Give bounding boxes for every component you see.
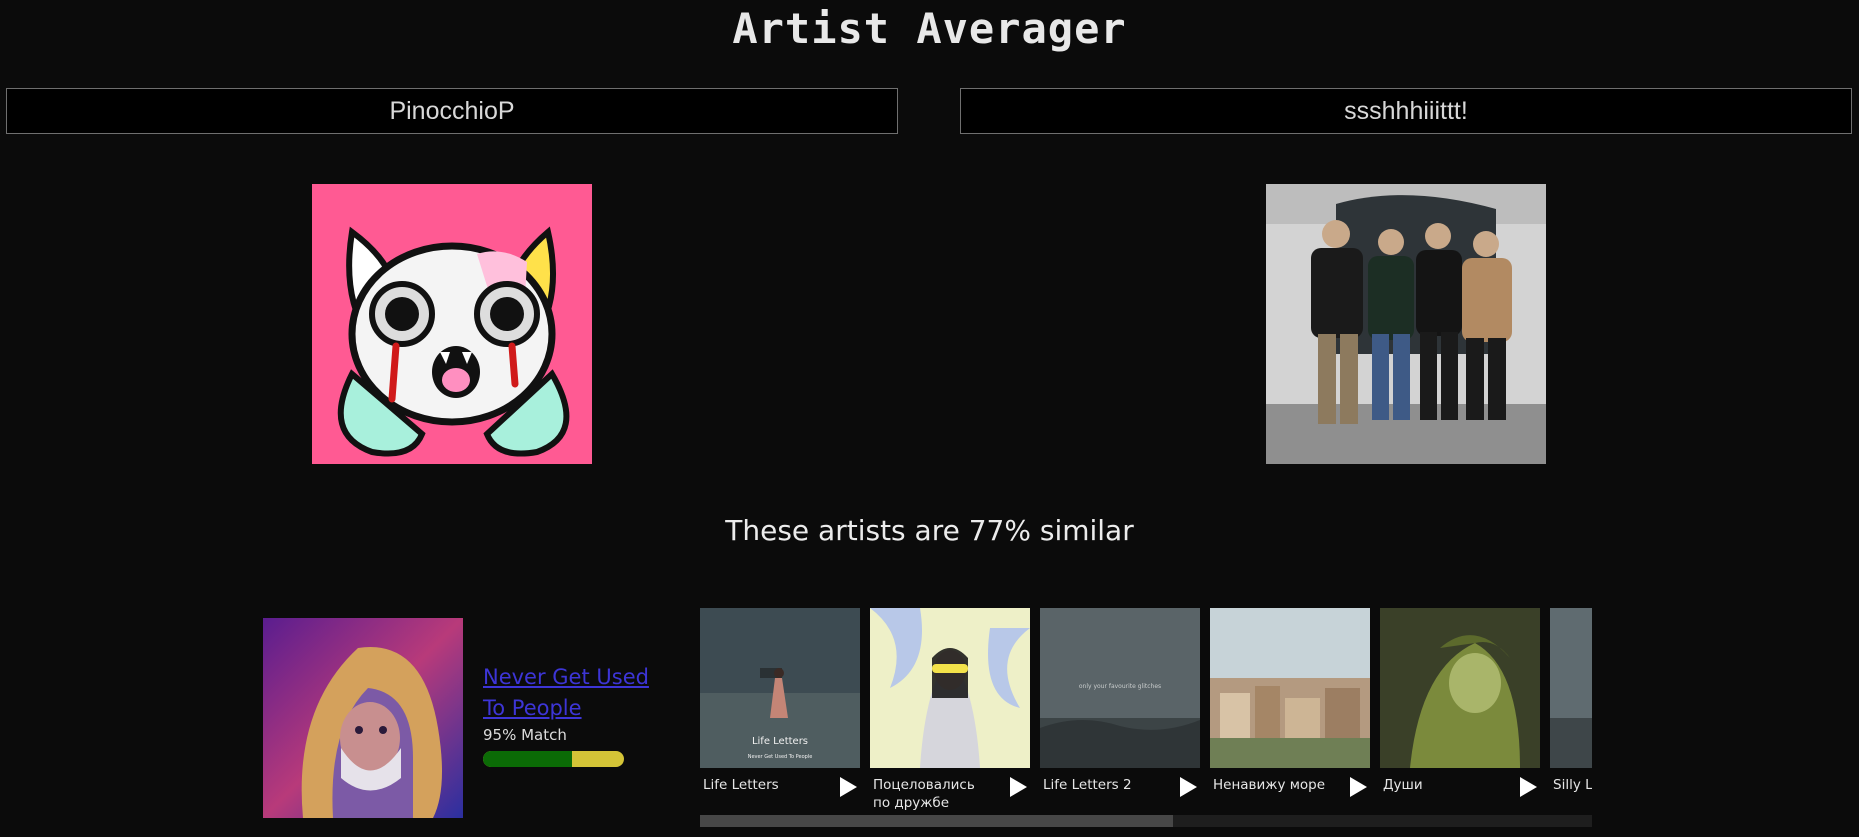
play-icon[interactable] xyxy=(838,776,858,798)
grey-sky-artwork xyxy=(1550,608,1592,768)
similarity-text: These artists are 77% similar xyxy=(725,514,1134,547)
bride-artwork xyxy=(870,608,1030,768)
carousel-card[interactable]: Ненавижу море xyxy=(1210,608,1370,808)
recommendation-carousel[interactable]: Life Letters Never Get Used To People Li… xyxy=(700,608,1592,828)
carousel-scrollbar[interactable] xyxy=(700,815,1592,827)
band-photo xyxy=(1266,184,1546,464)
carousel-card[interactable]: Поцеловались по дружбе xyxy=(870,608,1030,811)
match-percent-label: 95% Match xyxy=(483,726,567,744)
green-portrait-artwork xyxy=(1380,608,1540,768)
cloudy-sky-artwork: only your favourite glitches xyxy=(1040,608,1200,768)
play-icon[interactable] xyxy=(1178,776,1198,798)
match-progress-fill xyxy=(483,751,572,767)
rainy-sea-artwork: Life Letters Never Get Used To People xyxy=(700,608,860,768)
carousel-card-title: Души xyxy=(1383,777,1423,793)
carousel-card[interactable]: only your favourite glitches Life Letter… xyxy=(1040,608,1200,808)
featured-song-title-link[interactable]: Never Get Used To People xyxy=(483,662,653,724)
artist-image-2 xyxy=(1266,184,1546,464)
cover-subcaption: Never Get Used To People xyxy=(748,754,813,760)
mascot-illustration xyxy=(312,184,592,464)
carousel-card-cover xyxy=(1210,608,1370,768)
carousel-card-title: Life Letters 2 xyxy=(1043,777,1132,793)
carousel-card-cover xyxy=(1380,608,1540,768)
play-icon[interactable] xyxy=(1348,776,1368,798)
artist-image-1 xyxy=(312,184,592,464)
carousel-card-title: Life Letters xyxy=(703,777,779,793)
carousel-card[interactable]: Души xyxy=(1380,608,1540,808)
carousel-card-cover: Life Letters Never Get Used To People xyxy=(700,608,860,768)
play-icon[interactable] xyxy=(1008,776,1028,798)
hooded-figure-artwork xyxy=(263,618,463,818)
carousel-card-title: Silly Letters xyxy=(1553,777,1592,793)
carousel-card-title: Поцеловались по дружбе xyxy=(873,777,975,811)
play-icon[interactable] xyxy=(1518,776,1538,798)
carousel-card[interactable]: Life Letters Never Get Used To People Li… xyxy=(700,608,860,808)
featured-song-cover xyxy=(263,618,463,818)
carousel-card-cover xyxy=(1550,608,1592,768)
city-rooftops-artwork xyxy=(1210,608,1370,768)
carousel-card[interactable]: Silly Letters xyxy=(1550,608,1592,808)
artist-input-2[interactable] xyxy=(960,88,1852,134)
carousel-card-cover: only your favourite glitches xyxy=(1040,608,1200,768)
carousel-scrollbar-thumb[interactable] xyxy=(700,815,1173,827)
app-title: Artist Averager xyxy=(732,4,1127,53)
artist-input-1[interactable] xyxy=(6,88,898,134)
cover-caption: only your favourite glitches xyxy=(1079,683,1161,690)
match-progress-bar xyxy=(483,751,624,767)
cover-caption: Life Letters xyxy=(752,736,808,747)
carousel-card-cover xyxy=(870,608,1030,768)
carousel-card-title: Ненавижу море xyxy=(1213,777,1326,793)
